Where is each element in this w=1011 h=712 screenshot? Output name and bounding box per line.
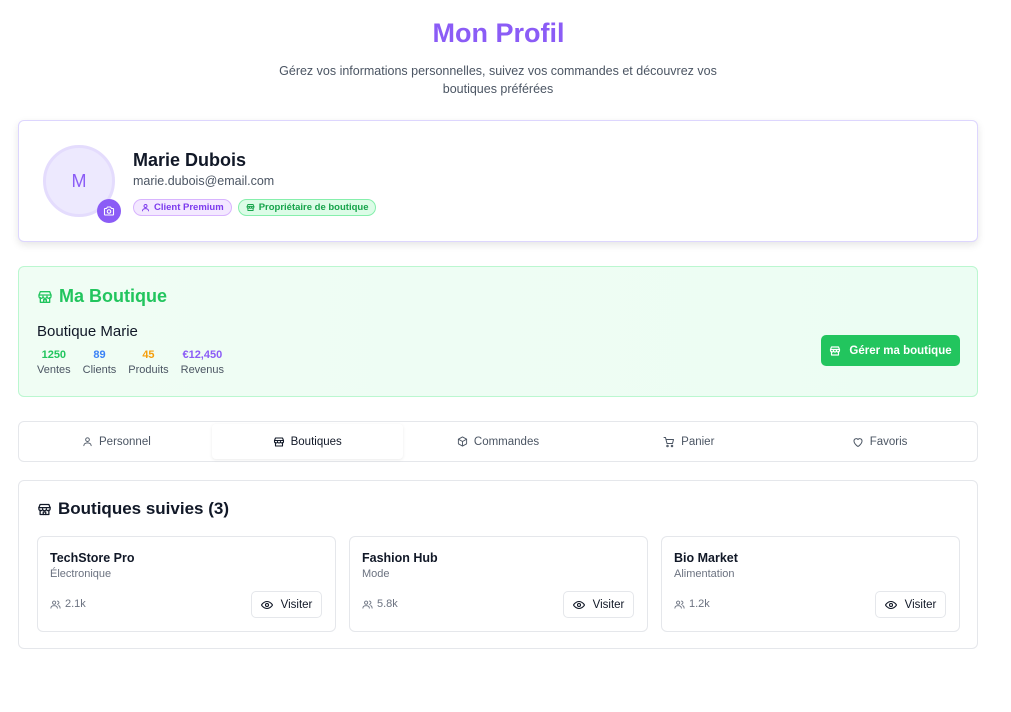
shop-card-bio-market[interactable]: Bio Market Alimentation 1.2k Visiter xyxy=(661,536,960,632)
package-icon xyxy=(457,436,468,447)
manage-shop-label: Gérer ma boutique xyxy=(849,344,952,357)
store-icon xyxy=(273,436,285,448)
shop-card-techstore[interactable]: TechStore Pro Électronique 2.1k Visiter xyxy=(37,536,336,632)
store-icon xyxy=(37,502,52,517)
heart-icon xyxy=(852,436,864,448)
users-icon xyxy=(362,599,373,610)
tab-label: Boutiques xyxy=(290,435,342,448)
profile-email: marie.dubois@email.com xyxy=(133,174,275,188)
stat-products: 45 Produits xyxy=(128,349,168,376)
stat-value: €12,450 xyxy=(182,349,223,361)
tab-favoris[interactable]: Favoris xyxy=(784,424,975,459)
shop-card-fashion-hub[interactable]: Fashion Hub Mode 5.8k Visiter xyxy=(349,536,648,632)
shop-stats: 1250 Ventes 89 Clients 45 Produits €12,4… xyxy=(37,349,224,376)
shop-followers-count: 1.2k xyxy=(689,598,710,610)
page-title: Mon Profil xyxy=(432,18,565,48)
users-icon xyxy=(50,599,61,610)
badge-label: Propriétaire de boutique xyxy=(258,202,369,213)
my-shop-card: Ma Boutique Boutique Marie 1250 Ventes 8… xyxy=(18,266,978,397)
stat-value: 89 xyxy=(93,349,106,361)
stat-sales: 1250 Ventes xyxy=(37,349,71,376)
stat-label: Produits xyxy=(128,364,169,376)
shop-followers-count: 2.1k xyxy=(65,598,86,610)
users-icon xyxy=(674,599,685,610)
manage-shop-button[interactable]: Gérer ma boutique xyxy=(821,335,960,366)
my-shop-heading-label: Ma Boutique xyxy=(59,286,167,306)
tab-label: Panier xyxy=(681,435,715,448)
stat-clients: 89 Clients xyxy=(83,349,117,376)
visit-label: Visiter xyxy=(280,598,313,611)
tab-panier[interactable]: Panier xyxy=(593,424,784,459)
tab-label: Favoris xyxy=(869,435,908,448)
tab-label: Personnel xyxy=(99,435,151,448)
stat-label: Clients xyxy=(82,364,117,376)
shop-followers: 5.8k xyxy=(362,598,398,610)
store-icon xyxy=(829,345,841,357)
user-icon xyxy=(141,203,150,212)
stat-value: 1250 xyxy=(41,349,67,361)
shop-card-category: Alimentation xyxy=(674,568,735,580)
shop-card-name: TechStore Pro xyxy=(50,551,135,565)
visit-label: Visiter xyxy=(904,598,937,611)
tab-label: Commandes xyxy=(473,435,540,448)
change-avatar-button[interactable] xyxy=(97,199,121,223)
stat-label: Ventes xyxy=(37,364,71,376)
stat-revenue: €12,450 Revenus xyxy=(181,349,224,376)
badge-label: Client Premium xyxy=(154,202,224,213)
profile-badges: Client Premium Propriétaire de boutique xyxy=(133,199,377,216)
visit-button[interactable]: Visiter xyxy=(563,591,634,618)
tab-boutiques[interactable]: Boutiques xyxy=(211,424,403,459)
tab-commandes[interactable]: Commandes xyxy=(403,424,594,459)
tab-personnel[interactable]: Personnel xyxy=(21,424,212,459)
shop-followers: 1.2k xyxy=(674,598,710,610)
profile-card: M Marie Dubois marie.dubois@email.com Cl… xyxy=(18,120,978,242)
page-subtitle: Gérez vos informations personnelles, sui… xyxy=(279,64,717,96)
profile-tabs: Personnel Boutiques Commandes Panier Fav… xyxy=(18,421,978,462)
stat-value: 45 xyxy=(142,349,155,361)
eye-icon xyxy=(884,599,897,611)
eye-icon xyxy=(572,599,585,611)
shop-card-name: Fashion Hub xyxy=(362,551,438,565)
followed-shops-heading-label: Boutiques suivies (3) xyxy=(58,499,229,518)
shop-card-category: Électronique xyxy=(50,568,112,580)
shop-name: Boutique Marie xyxy=(37,323,138,340)
shop-followers: 2.1k xyxy=(50,598,86,610)
eye-icon xyxy=(260,599,273,611)
visit-button[interactable]: Visiter xyxy=(875,591,946,618)
followed-shops-heading: Boutiques suivies (3) xyxy=(37,499,229,519)
my-shop-heading: Ma Boutique xyxy=(37,286,167,307)
visit-button[interactable]: Visiter xyxy=(251,591,322,618)
badge-client-premium: Client Premium xyxy=(133,199,232,216)
shop-followers-count: 5.8k xyxy=(377,598,398,610)
followed-shops-panel: Boutiques suivies (3) TechStore Pro Élec… xyxy=(18,480,978,649)
cart-icon xyxy=(663,436,675,448)
badge-shop-owner: Propriétaire de boutique xyxy=(237,199,377,216)
profile-name: Marie Dubois xyxy=(133,150,247,170)
avatar-initial: M xyxy=(71,170,87,191)
shop-card-name: Bio Market xyxy=(674,551,738,565)
stat-label: Revenus xyxy=(180,364,225,376)
visit-label: Visiter xyxy=(592,598,625,611)
user-icon xyxy=(82,436,93,447)
camera-icon xyxy=(103,205,115,217)
store-icon xyxy=(246,203,255,212)
shop-card-category: Mode xyxy=(362,568,390,580)
store-icon xyxy=(37,289,53,305)
